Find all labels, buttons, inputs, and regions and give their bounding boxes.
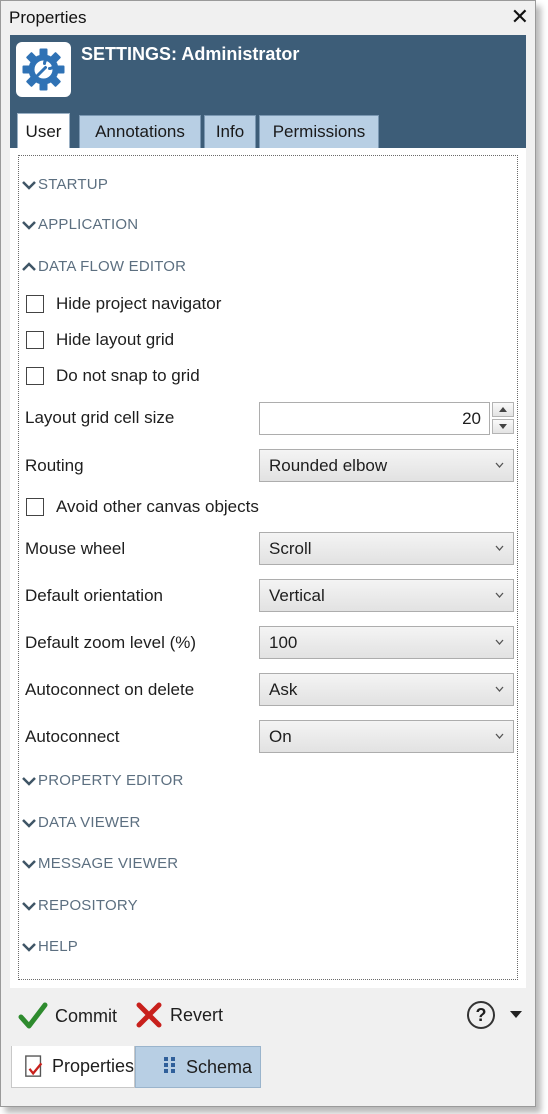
spin-up-button[interactable] xyxy=(492,402,514,417)
default-zoom-value: 100 xyxy=(269,633,298,652)
section-application[interactable]: APPLICATION xyxy=(22,216,138,233)
chevron-down-icon xyxy=(22,818,36,828)
hide-project-navigator-checkbox[interactable] xyxy=(26,295,44,313)
section-label: STARTUP xyxy=(38,176,109,193)
routing-value: Rounded elbow xyxy=(269,456,388,475)
do-not-snap-option[interactable]: Do not snap to grid xyxy=(26,366,200,386)
autoconnect-on-delete-label: Autoconnect on delete xyxy=(25,680,195,699)
option-label: Do not snap to grid xyxy=(56,366,200,385)
chevron-down-icon xyxy=(22,859,36,869)
bottom-tab-schema[interactable]: Schema xyxy=(135,1046,261,1088)
bottom-tab-label: Schema xyxy=(186,1056,253,1077)
mouse-wheel-value: Scroll xyxy=(269,539,312,558)
autoconnect-value: On xyxy=(269,727,292,746)
chevron-down-icon xyxy=(495,686,504,692)
section-property-editor[interactable]: PROPERTY EDITOR xyxy=(22,772,184,789)
tab-permissions[interactable]: Permissions xyxy=(259,115,379,148)
section-label: HELP xyxy=(38,938,78,955)
routing-label: Routing xyxy=(25,456,84,475)
chevron-down-icon xyxy=(495,545,504,551)
section-label: MESSAGE VIEWER xyxy=(38,855,179,872)
avoid-objects-option[interactable]: Avoid other canvas objects xyxy=(26,497,259,517)
hide-project-navigator-option[interactable]: Hide project navigator xyxy=(26,294,221,314)
triangle-up-icon xyxy=(499,407,507,412)
settings-title: SETTINGS: Administrator xyxy=(81,44,300,64)
autoconnect-dropdown[interactable]: On xyxy=(259,720,514,753)
grid-cell-size-input[interactable]: 20 xyxy=(259,402,490,435)
section-label: PROPERTY EDITOR xyxy=(38,772,184,789)
section-data-viewer[interactable]: DATA VIEWER xyxy=(22,814,141,831)
bottom-tab-properties[interactable]: Properties xyxy=(11,1046,135,1088)
chevron-down-icon xyxy=(22,180,36,190)
panel-toolbar: Commit Revert ? xyxy=(10,998,526,1038)
default-orientation-dropdown[interactable]: Vertical xyxy=(259,579,514,612)
settings-header: SETTINGS: Administrator User Annotations… xyxy=(10,35,526,149)
autoconnect-on-delete-value: Ask xyxy=(269,680,298,699)
mouse-wheel-dropdown[interactable]: Scroll xyxy=(259,532,514,565)
tab-annotations[interactable]: Annotations xyxy=(79,115,201,148)
commit-label: Commit xyxy=(55,1005,117,1026)
option-label: Hide layout grid xyxy=(56,330,175,349)
autoconnect-on-delete-dropdown[interactable]: Ask xyxy=(259,673,514,706)
chevron-down-icon xyxy=(495,592,504,598)
do-not-snap-checkbox[interactable] xyxy=(26,367,44,385)
section-label: DATA VIEWER xyxy=(38,814,141,831)
chevron-down-icon xyxy=(22,901,36,911)
panel-titlebar: Properties ✕ xyxy=(1,1,535,35)
revert-button[interactable]: Revert xyxy=(136,1002,223,1028)
option-label: Hide project navigator xyxy=(56,294,222,313)
option-label: Avoid other canvas objects xyxy=(56,497,259,516)
section-startup[interactable]: STARTUP xyxy=(22,176,108,193)
hide-layout-grid-option[interactable]: Hide layout grid xyxy=(26,330,174,350)
close-icon[interactable]: ✕ xyxy=(511,4,529,30)
section-message-viewer[interactable]: MESSAGE VIEWER xyxy=(22,855,178,872)
user-settings-content: STARTUP APPLICATION DATA FLOW EDITOR Hid… xyxy=(10,148,526,988)
default-orientation-value: Vertical xyxy=(269,586,325,605)
triangle-down-icon xyxy=(499,424,507,429)
spin-down-button[interactable] xyxy=(492,419,514,434)
chevron-down-icon xyxy=(495,733,504,739)
grid-cell-size-label: Layout grid cell size xyxy=(25,408,175,427)
hide-layout-grid-checkbox[interactable] xyxy=(26,331,44,349)
autoconnect-label: Autoconnect xyxy=(25,727,120,746)
chevron-down-icon xyxy=(495,462,504,468)
mouse-wheel-label: Mouse wheel xyxy=(25,539,126,558)
section-data-flow-editor[interactable]: DATA FLOW EDITOR xyxy=(22,258,186,275)
avoid-objects-checkbox[interactable] xyxy=(26,498,44,516)
default-orientation-label: Default orientation xyxy=(25,586,163,605)
default-zoom-dropdown[interactable]: 100 xyxy=(259,626,514,659)
x-mark-icon xyxy=(136,1002,162,1028)
section-help[interactable]: HELP xyxy=(22,938,78,955)
checkmark-icon xyxy=(18,1002,48,1029)
properties-checklist-icon xyxy=(25,1054,43,1077)
commit-button[interactable]: Commit xyxy=(18,1002,117,1030)
default-zoom-label: Default zoom level (%) xyxy=(25,633,197,652)
section-label: APPLICATION xyxy=(38,216,139,233)
help-icon[interactable]: ? xyxy=(467,1001,495,1029)
section-label: REPOSITORY xyxy=(38,897,138,914)
chevron-down-icon xyxy=(22,942,36,952)
panel-title: Properties xyxy=(9,8,87,27)
dropdown-arrow-icon[interactable] xyxy=(509,1010,523,1019)
tab-user[interactable]: User xyxy=(17,113,70,149)
chevron-down-icon xyxy=(495,639,504,645)
bottom-tab-label: Properties xyxy=(51,1056,134,1076)
chevron-down-icon xyxy=(22,220,36,230)
gear-wrench-icon xyxy=(16,42,71,97)
section-repository[interactable]: REPOSITORY xyxy=(22,897,138,914)
revert-label: Revert xyxy=(170,1004,224,1025)
chevron-down-icon xyxy=(22,776,36,786)
schema-columns-icon xyxy=(164,1057,175,1073)
section-label: DATA FLOW EDITOR xyxy=(38,258,187,275)
tab-info[interactable]: Info xyxy=(204,115,256,148)
routing-dropdown[interactable]: Rounded elbow xyxy=(259,449,514,482)
chevron-up-icon xyxy=(22,261,36,271)
properties-panel: Properties ✕ SETTINGS: Administrator Use… xyxy=(0,0,536,1107)
